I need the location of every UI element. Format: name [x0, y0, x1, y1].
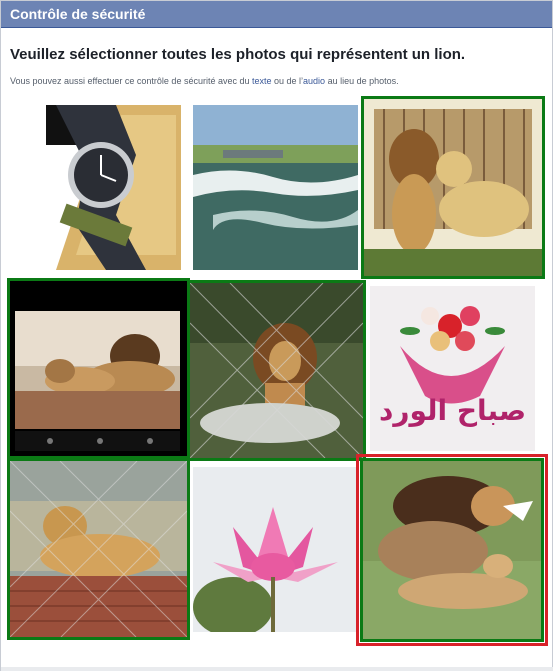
captcha-photo-lioness-in-cage[interactable] [7, 458, 190, 640]
pink-lotus-image [193, 467, 358, 632]
arabic-greeting-text: صباح الورد [378, 394, 527, 427]
captcha-photo-watch[interactable] [16, 105, 181, 270]
captcha-photo-lion-behind-fence[interactable] [187, 280, 366, 461]
lioness-cage-image [10, 461, 187, 637]
security-check-dialog: Contrôle de sécurité Veuillez sélectionn… [0, 0, 553, 671]
lion-fence-image [190, 283, 363, 458]
instruction-heading: Veuillez sélectionner toutes les photos … [10, 46, 466, 63]
captcha-photo-lion-and-lioness[interactable] [360, 458, 544, 642]
lion-lioness-image [363, 461, 541, 639]
alternative-options-text: Vous pouvez aussi effectuer ce contrôle … [10, 76, 399, 86]
captcha-photo-lions-in-cage[interactable] [361, 96, 545, 279]
captcha-photo-lion-family[interactable] [7, 278, 190, 459]
lion-family-image [10, 281, 187, 456]
captcha-photo-pink-lotus[interactable] [193, 467, 358, 632]
text-option-link[interactable]: texte [252, 76, 272, 86]
dialog-title: Contrôle de sécurité [10, 6, 146, 22]
captcha-photo-flower-bouquet[interactable]: صباح الورد [370, 286, 535, 451]
captcha-photo-waterfall[interactable] [193, 105, 358, 270]
waterfall-image [193, 105, 358, 270]
dialog-footer-edge [1, 667, 553, 671]
lions-cage-image [364, 99, 542, 276]
audio-option-link[interactable]: audio [303, 76, 325, 86]
dialog-title-bar: Contrôle de sécurité [1, 1, 552, 28]
watch-image [16, 105, 181, 270]
